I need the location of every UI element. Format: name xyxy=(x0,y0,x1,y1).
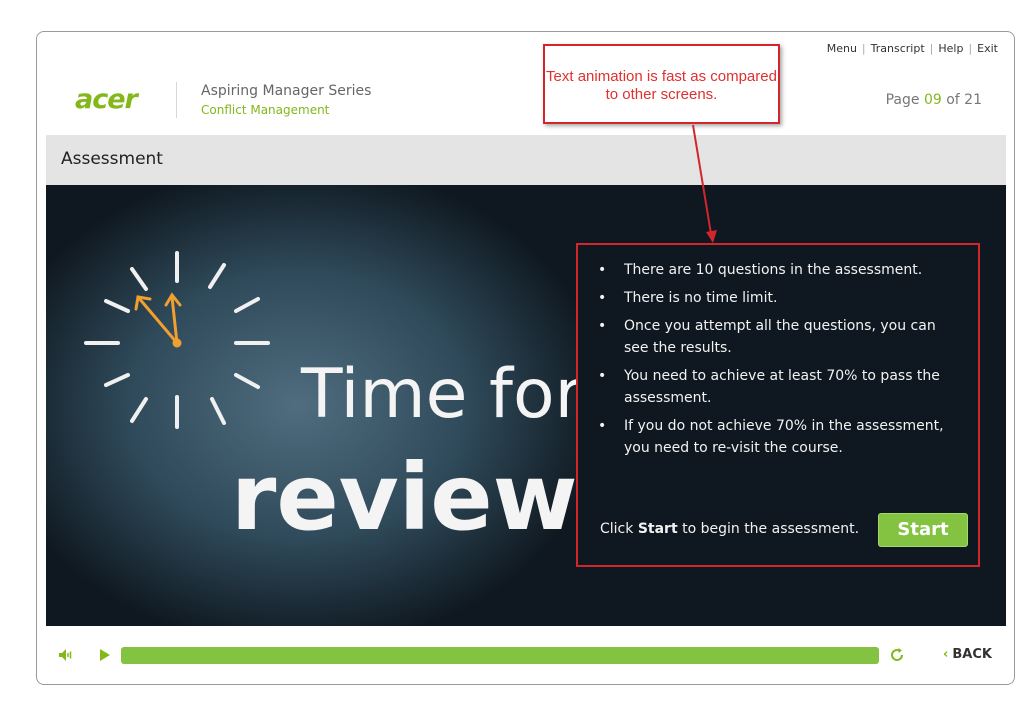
exit-link[interactable]: Exit xyxy=(977,42,998,55)
nav-separator: | xyxy=(929,42,934,55)
time-for-review-image: Time for review xyxy=(46,185,606,626)
section-title-bar: Assessment xyxy=(46,135,1006,185)
instruction-item: Once you attempt all the questions, you … xyxy=(598,315,958,359)
instruction-item: There are 10 questions in the assessment… xyxy=(598,259,958,281)
header-divider xyxy=(176,82,177,118)
instructions-list: There are 10 questions in the assessment… xyxy=(598,259,958,465)
page-total: 21 xyxy=(964,92,982,108)
course-title: Conflict Management xyxy=(201,103,330,117)
chevron-left-icon: ‹ xyxy=(943,647,949,662)
help-link[interactable]: Help xyxy=(938,42,963,55)
progress-bar[interactable] xyxy=(121,647,879,664)
content-stage: Time for review There are 10 questions i… xyxy=(46,185,1006,626)
start-button[interactable]: Start xyxy=(878,513,968,547)
player-controls: ‹ BACK xyxy=(37,637,1016,677)
image-text-line2: review xyxy=(231,444,578,551)
series-title: Aspiring Manager Series xyxy=(201,83,372,99)
page-counter: Page 09 of 21 xyxy=(886,92,982,108)
play-icon[interactable] xyxy=(99,648,111,662)
nav-separator: | xyxy=(968,42,973,55)
page-current: 09 xyxy=(923,92,942,108)
annotation-callout: Text animation is fast as compared to ot… xyxy=(543,44,780,124)
back-button[interactable]: ‹ BACK xyxy=(943,647,992,662)
back-label: BACK xyxy=(952,647,992,662)
replay-icon[interactable] xyxy=(888,646,906,664)
page-of: of xyxy=(946,92,960,108)
menu-link[interactable]: Menu xyxy=(827,42,857,55)
cta-prefix: Click xyxy=(600,521,638,537)
section-title: Assessment xyxy=(61,149,163,169)
image-text-line1: Time for xyxy=(300,355,583,434)
start-instruction: Click Start to begin the assessment. xyxy=(600,521,859,537)
acer-logo: acer xyxy=(75,84,138,115)
instructions-panel: There are 10 questions in the assessment… xyxy=(576,243,980,567)
top-nav: Menu | Transcript | Help | Exit xyxy=(827,42,998,55)
cta-bold: Start xyxy=(637,521,678,537)
instruction-item: You need to achieve at least 70% to pass… xyxy=(598,365,958,409)
instruction-item: There is no time limit. xyxy=(598,287,958,309)
page-label: Page xyxy=(885,92,920,108)
transcript-link[interactable]: Transcript xyxy=(871,42,925,55)
volume-icon[interactable] xyxy=(57,647,73,663)
instruction-item: If you do not achieve 70% in the assessm… xyxy=(598,415,958,459)
nav-separator: | xyxy=(861,42,866,55)
course-player-frame: Menu | Transcript | Help | Exit acer Aspiring … xyxy=(36,31,1015,685)
cta-suffix: to begin the assessment. xyxy=(677,521,860,537)
